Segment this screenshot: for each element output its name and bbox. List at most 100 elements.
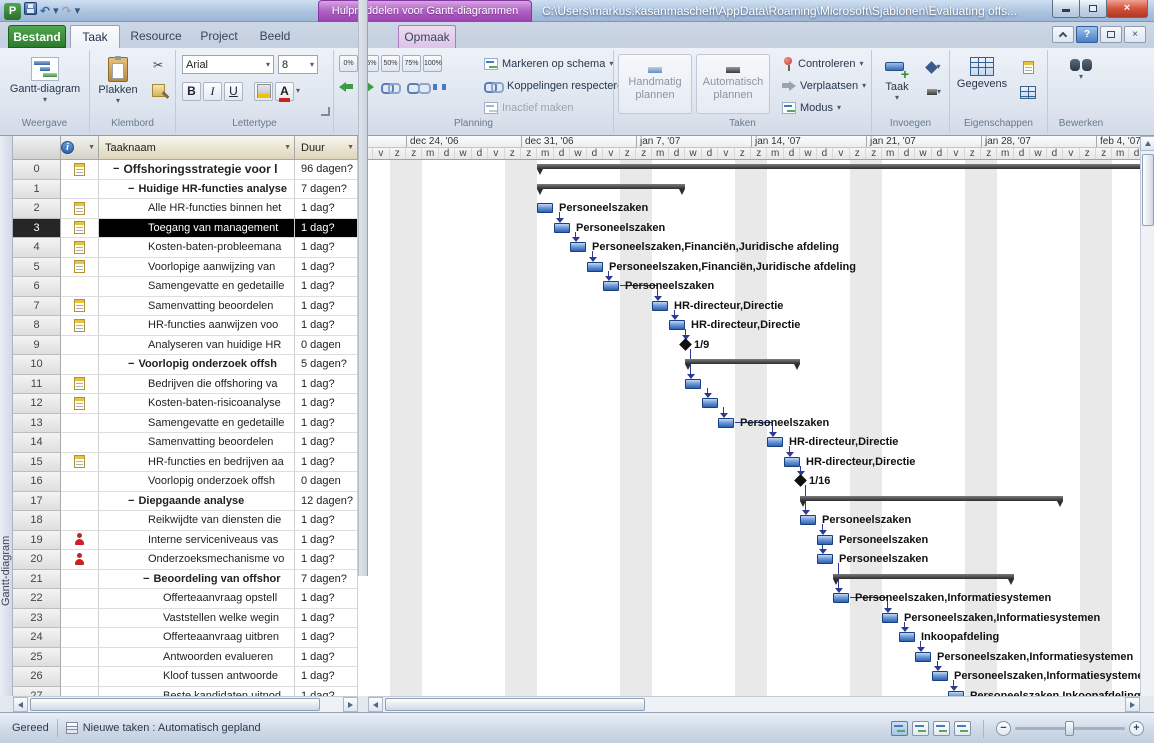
task-name-column-header[interactable]: Taaknaam ▼ (99, 136, 295, 160)
indicator-cell[interactable] (61, 472, 99, 492)
gantt-task-bar[interactable] (537, 203, 553, 213)
row-number-cell[interactable]: 25 (13, 647, 61, 667)
task-name-cell[interactable]: Reikwijdte van diensten die (99, 511, 295, 531)
row-number-cell[interactable]: 18 (13, 511, 61, 531)
zoom-slider-thumb[interactable] (1065, 721, 1074, 736)
gantt-task-bar[interactable] (554, 222, 570, 233)
vertical-scroll-thumb[interactable] (1142, 154, 1154, 226)
italic-button[interactable]: I (203, 82, 222, 101)
task-name-cell[interactable]: − Diepgaande analyse (99, 491, 295, 511)
row-number-cell[interactable]: 9 (13, 335, 61, 355)
task-name-cell[interactable]: Samengevatte en gedetaille (99, 277, 295, 297)
respect-links-button[interactable]: Koppelingen respecteren (480, 75, 633, 96)
task-name-cell[interactable]: Interne serviceniveaus vas (99, 530, 295, 550)
summary-bar[interactable] (537, 164, 1140, 175)
task-row[interactable]: 21− Beoordeling van offshor 7 dagen? (13, 569, 358, 589)
font-color-dropdown-icon[interactable]: ▾ (296, 87, 300, 95)
gantt-task-bar[interactable] (817, 534, 833, 545)
duration-cell[interactable]: 1 dag? (295, 374, 358, 394)
duration-cell[interactable]: 1 dag? (295, 452, 358, 472)
select-all-corner[interactable] (13, 136, 61, 160)
collapse-icon[interactable]: − (143, 573, 149, 585)
scroll-left-icon[interactable] (368, 697, 383, 712)
task-name-cell[interactable]: Beste kandidaten uitnod (99, 686, 295, 696)
gantt-task-bar[interactable] (603, 281, 619, 291)
row-number-cell[interactable]: 22 (13, 589, 61, 609)
row-number-cell[interactable]: 8 (13, 316, 61, 336)
unlink-tasks-icon[interactable] (407, 81, 431, 94)
gantt-task-bar[interactable] (932, 671, 948, 681)
task-row[interactable]: 26 Kloof tussen antwoorde 1 dag? (13, 667, 358, 687)
duration-cell[interactable]: 1 dag? (295, 433, 358, 453)
gantt-task-bar[interactable] (685, 378, 701, 389)
gantt-task-bar[interactable] (899, 632, 915, 642)
duration-cell[interactable]: 1 dag? (295, 608, 358, 628)
indicator-cell[interactable] (61, 160, 99, 180)
insert-task-button[interactable]: Taak ▾ (874, 53, 920, 102)
task-row[interactable]: 19 Interne serviceniveaus vas 1 dag? (13, 530, 358, 550)
new-tasks-mode[interactable]: Nieuwe taken : Automatisch gepland (83, 722, 261, 734)
gantt-chart-view-button[interactable]: Gantt-diagram ▾ (8, 53, 82, 104)
redo-button[interactable]: ↷ (62, 3, 72, 19)
row-number-cell[interactable]: 13 (13, 413, 61, 433)
duration-cell[interactable]: 1 dag? (295, 296, 358, 316)
task-name-cell[interactable]: − Offshoringsstrategie voor l (99, 160, 295, 180)
duration-cell[interactable]: 1 dag? (295, 589, 358, 609)
indicator-cell[interactable] (61, 374, 99, 394)
font-color-button[interactable]: A (275, 82, 294, 101)
paste-button[interactable]: Plakken ▾ (94, 53, 142, 105)
task-row[interactable]: 27 Beste kandidaten uitnod 1 dag? (13, 686, 358, 696)
collapse-icon[interactable]: − (128, 183, 134, 195)
zoom-in-icon[interactable]: + (1129, 721, 1144, 736)
task-name-cell[interactable]: Samenvatting beoordelen (99, 296, 295, 316)
duration-cell[interactable]: 0 dagen (295, 335, 358, 355)
auto-schedule-button[interactable]: Automatisch plannen (696, 54, 770, 114)
task-notes-button[interactable] (1016, 56, 1040, 78)
gantt-task-bar[interactable] (833, 593, 849, 603)
duration-cell[interactable]: 1 dag? (295, 550, 358, 570)
gantt-task-bar[interactable] (652, 300, 668, 311)
row-number-cell[interactable]: 23 (13, 608, 61, 628)
duration-cell[interactable]: 12 dagen? (295, 491, 358, 511)
gantt-task-bar[interactable] (767, 437, 783, 447)
task-name-cell[interactable]: − Huidige HR-functies analyse (99, 179, 295, 199)
collapse-icon[interactable]: − (128, 358, 134, 370)
row-number-cell[interactable]: 12 (13, 394, 61, 414)
task-name-cell[interactable]: HR-functies en bedrijven aa (99, 452, 295, 472)
task-name-cell[interactable]: Samenvatting beoordelen (99, 433, 295, 453)
underline-button[interactable]: U (224, 82, 243, 101)
undo-button[interactable]: ↶ (40, 3, 50, 19)
indicator-cell[interactable] (61, 569, 99, 589)
gantt-task-bar[interactable] (915, 651, 931, 662)
task-row[interactable]: 7 Samenvatting beoordelen 1 dag? (13, 296, 358, 316)
save-button[interactable] (24, 2, 37, 20)
indicator-cell[interactable] (61, 550, 99, 570)
task-row[interactable]: 8 HR-functies aanwijzen voo 1 dag? (13, 316, 358, 336)
pane-splitter[interactable] (358, 0, 368, 576)
row-number-cell[interactable]: 20 (13, 550, 61, 570)
task-row[interactable]: 5 Voorlopige aanwijzing van 1 dag? (13, 257, 358, 277)
indicator-cell[interactable] (61, 238, 99, 258)
task-name-cell[interactable]: Analyseren van huidige HR (99, 335, 295, 355)
task-row[interactable]: 0− Offshoringsstrategie voor l 96 dagen? (13, 160, 358, 180)
row-number-cell[interactable]: 26 (13, 667, 61, 687)
indicator-cell[interactable] (61, 257, 99, 277)
filter-arrow-icon[interactable]: ▼ (88, 144, 95, 151)
indicator-cell[interactable] (61, 608, 99, 628)
duration-cell[interactable]: 1 dag? (295, 277, 358, 297)
split-task-icon[interactable] (433, 83, 446, 90)
row-number-cell[interactable]: 15 (13, 452, 61, 472)
row-number-cell[interactable]: 14 (13, 433, 61, 453)
format-painter-button[interactable] (146, 79, 170, 101)
indicator-cell[interactable] (61, 355, 99, 375)
gantt-task-bar[interactable] (570, 242, 586, 252)
task-name-cell[interactable]: Vaststellen welke wegin (99, 608, 295, 628)
duration-cell[interactable]: 7 dagen? (295, 179, 358, 199)
row-number-cell[interactable]: 24 (13, 628, 61, 648)
minimize-ribbon-icon[interactable] (1052, 26, 1074, 43)
link-tasks-icon[interactable] (381, 81, 401, 94)
vertical-scrollbar[interactable] (1140, 136, 1154, 712)
zoom-out-icon[interactable]: − (996, 721, 1011, 736)
indicator-cell[interactable] (61, 277, 99, 297)
indicator-cell[interactable] (61, 394, 99, 414)
